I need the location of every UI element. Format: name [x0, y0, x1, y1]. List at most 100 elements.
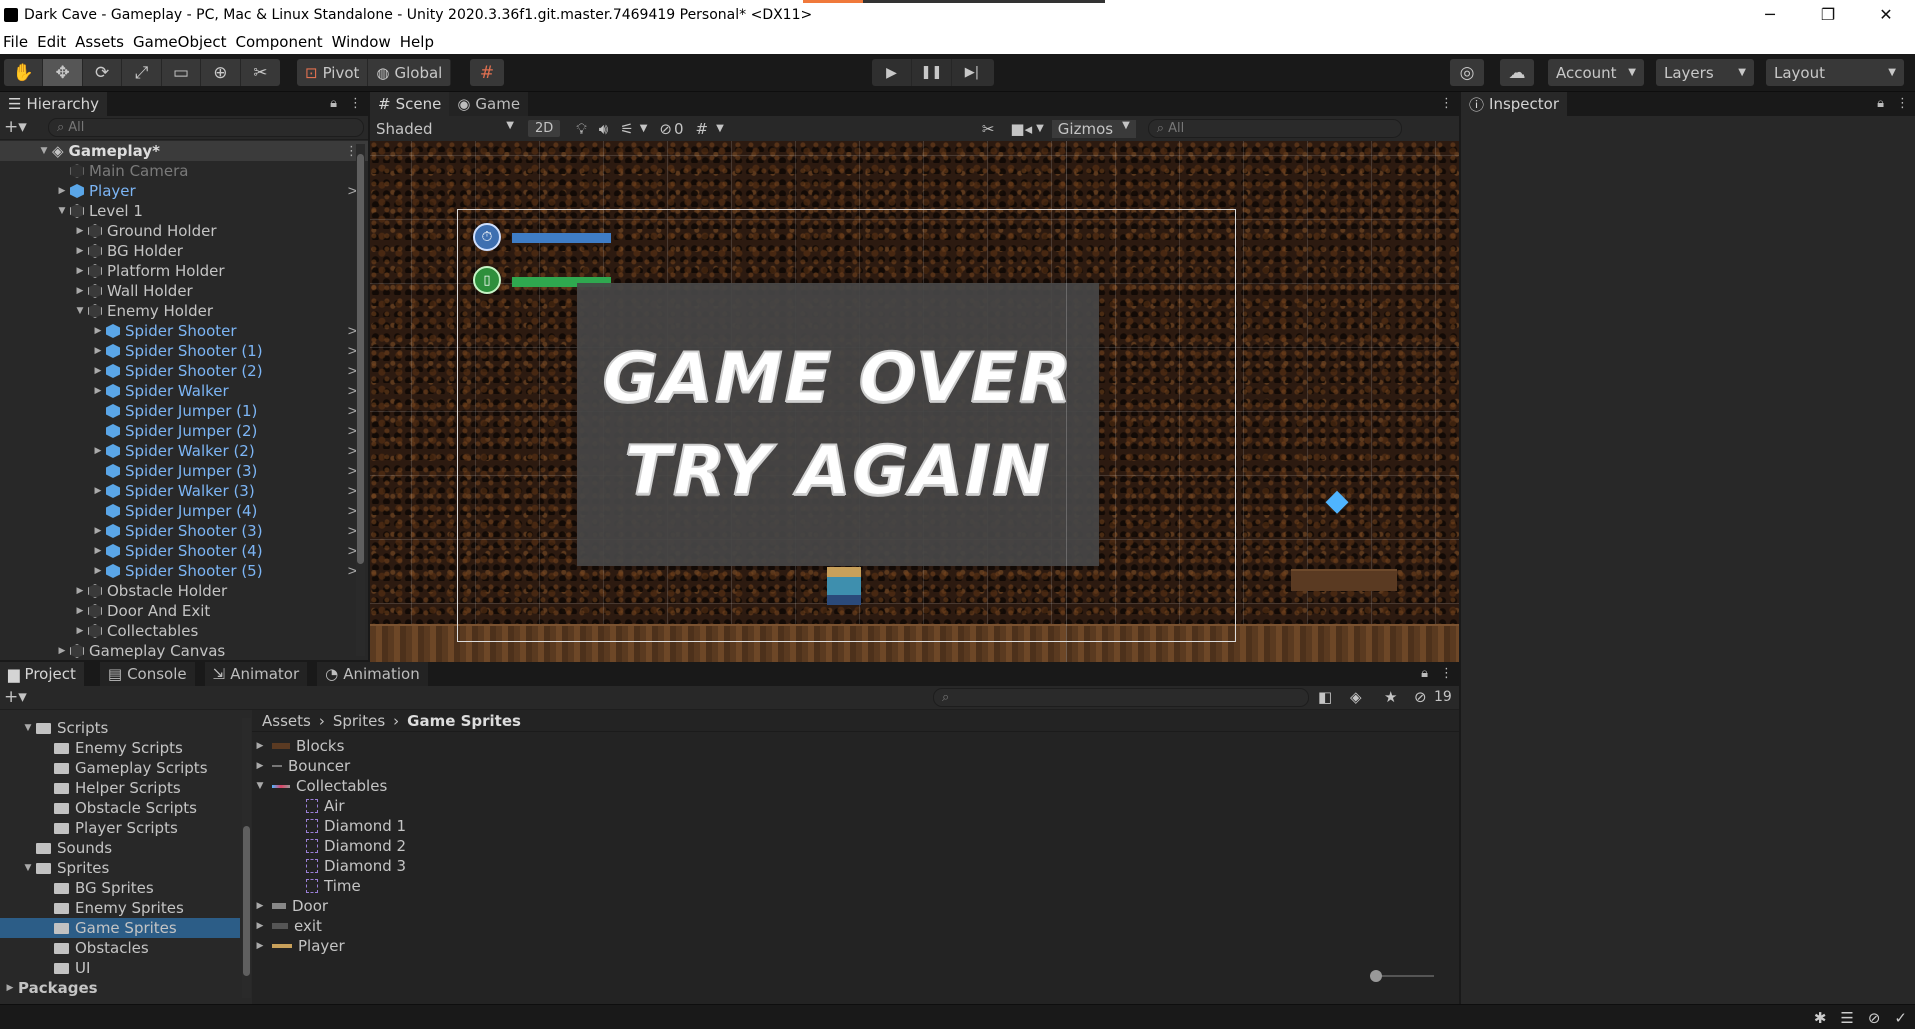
- audio-icon[interactable]: 🔊︎: [599, 120, 608, 138]
- rotate-tool-icon[interactable]: ⟳: [83, 59, 123, 86]
- kebab-menu-icon[interactable]: ⋮: [1440, 96, 1453, 111]
- folder-item[interactable]: ▶ Packages: [0, 978, 240, 998]
- zoom-slider-track[interactable]: [1374, 975, 1434, 977]
- menu-help[interactable]: Help: [397, 33, 440, 51]
- asset-item[interactable]: Diamond 1: [252, 816, 1459, 836]
- hierarchy-item[interactable]: ▶ Spider Shooter (1) >: [0, 341, 368, 361]
- close-button[interactable]: ✕: [1857, 0, 1915, 29]
- debug-icon[interactable]: ✱: [1814, 1009, 1827, 1027]
- breadcrumb-assets[interactable]: Assets: [262, 712, 311, 730]
- filter-label-icon[interactable]: ◈: [1350, 688, 1362, 706]
- folder-item[interactable]: Enemy Sprites: [0, 898, 240, 918]
- camera-icon[interactable]: ■◂: [1010, 120, 1032, 138]
- chevron-right-icon[interactable]: ▶: [74, 286, 86, 296]
- folder-item[interactable]: Enemy Scripts: [0, 738, 240, 758]
- collab-icon[interactable]: ◎: [1450, 59, 1484, 86]
- layout-dropdown[interactable]: Layout ▼: [1766, 59, 1904, 86]
- chevron-right-icon[interactable]: ▶: [254, 761, 266, 771]
- chevron-down-icon[interactable]: ▼: [640, 123, 648, 134]
- chevron-right-icon[interactable]: ▶: [254, 941, 266, 951]
- menu-window[interactable]: Window: [329, 33, 397, 51]
- star-icon[interactable]: ★: [1384, 688, 1397, 706]
- chevron-down-icon[interactable]: ▼: [254, 781, 266, 791]
- grid-toggle-icon[interactable]: #: [696, 120, 709, 138]
- asset-item[interactable]: ▶ Blocks: [252, 736, 1459, 756]
- hierarchy-item[interactable]: ▶ Player >: [0, 181, 368, 201]
- gizmos-dropdown[interactable]: Gizmos ▼: [1051, 119, 1136, 138]
- chevron-down-icon[interactable]: ▼: [38, 146, 50, 156]
- asset-item[interactable]: ▶ Door: [252, 896, 1459, 916]
- hierarchy-item[interactable]: Spider Jumper (3) >: [0, 461, 368, 481]
- hierarchy-item[interactable]: ▶ Platform Holder: [0, 261, 368, 281]
- move-tool-icon[interactable]: ✥: [43, 59, 83, 86]
- chevron-right-icon[interactable]: ▶: [74, 246, 86, 256]
- lightbulb-icon[interactable]: 💡︎: [576, 120, 587, 138]
- bug-icon[interactable]: ⊘: [1868, 1009, 1881, 1027]
- kebab-menu-icon[interactable]: ⋮: [1896, 96, 1909, 111]
- minimize-button[interactable]: ─: [1741, 0, 1799, 29]
- chevron-down-icon[interactable]: ▼: [22, 863, 34, 873]
- tab-project[interactable]: ▆ Project: [0, 662, 84, 686]
- hierarchy-scroll-thumb[interactable]: [357, 154, 364, 564]
- add-object-button[interactable]: +▾: [4, 117, 27, 137]
- pivot-toggle[interactable]: ⊡ Pivot: [297, 59, 369, 86]
- hierarchy-item[interactable]: Main Camera: [0, 161, 368, 181]
- folder-item[interactable]: Obstacle Scripts: [0, 798, 240, 818]
- kebab-menu-icon[interactable]: ⋮: [349, 96, 362, 111]
- rect-tool-icon[interactable]: ▭: [162, 59, 202, 86]
- hierarchy-item[interactable]: Spider Jumper (1) >: [0, 401, 368, 421]
- menu-gameobject[interactable]: GameObject: [130, 33, 233, 51]
- chevron-down-icon[interactable]: ▼: [716, 123, 724, 134]
- hierarchy-item[interactable]: ▶ Obstacle Holder: [0, 581, 368, 601]
- hierarchy-item[interactable]: ▶ BG Holder: [0, 241, 368, 261]
- hierarchy-item[interactable]: ▶ Spider Walker (2) >: [0, 441, 368, 461]
- folder-item[interactable]: Game Sprites: [0, 918, 240, 938]
- chevron-right-icon[interactable]: ▶: [92, 346, 104, 356]
- folder-scrollbar[interactable]: [242, 718, 251, 998]
- hierarchy-item[interactable]: ▶ Spider Shooter (3) >: [0, 521, 368, 541]
- layers-dropdown[interactable]: Layers ▼: [1656, 59, 1754, 86]
- chevron-right-icon[interactable]: ▶: [92, 386, 104, 396]
- chevron-right-icon[interactable]: ▶: [92, 566, 104, 576]
- folder-item[interactable]: BG Sprites: [0, 878, 240, 898]
- folder-item[interactable]: Obstacles: [0, 938, 240, 958]
- asset-item[interactable]: ▶ Player: [252, 936, 1459, 956]
- check-icon[interactable]: ✓: [1894, 1009, 1907, 1027]
- shading-dropdown[interactable]: Shaded ▼: [370, 120, 520, 138]
- breadcrumb-sprites[interactable]: Sprites: [333, 712, 385, 730]
- tab-scene[interactable]: # Scene: [370, 92, 450, 116]
- menu-component[interactable]: Component: [233, 33, 329, 51]
- asset-item[interactable]: Time: [252, 876, 1459, 896]
- folder-item[interactable]: Player Scripts: [0, 818, 240, 838]
- maximize-button[interactable]: ❐: [1799, 0, 1857, 29]
- menu-edit[interactable]: Edit: [34, 33, 72, 51]
- folder-item[interactable]: Sounds: [0, 838, 240, 858]
- folder-item[interactable]: Helper Scripts: [0, 778, 240, 798]
- asset-item[interactable]: ▶ exit: [252, 916, 1459, 936]
- asset-item[interactable]: ▶ Bouncer: [252, 756, 1459, 776]
- hierarchy-item[interactable]: ▶ Spider Walker (3) >: [0, 481, 368, 501]
- hierarchy-item[interactable]: ▶ Spider Shooter (2) >: [0, 361, 368, 381]
- kebab-menu-icon[interactable]: ⋮: [1440, 666, 1453, 681]
- hierarchy-item[interactable]: ▶ Wall Holder: [0, 281, 368, 301]
- global-toggle[interactable]: ◍ Global: [368, 59, 452, 86]
- tab-game[interactable]: ◉ Game: [449, 92, 529, 116]
- folder-item[interactable]: Gameplay Scripts: [0, 758, 240, 778]
- folder-item[interactable]: ▼ Sprites: [0, 858, 240, 878]
- folder-scroll-thumb[interactable]: [243, 826, 250, 976]
- tab-hierarchy[interactable]: ☰ Hierarchy: [0, 92, 107, 116]
- toggle-2d-button[interactable]: 2D: [528, 120, 561, 137]
- tools-icon[interactable]: ✂: [982, 120, 995, 138]
- hierarchy-item[interactable]: Spider Jumper (4) >: [0, 501, 368, 521]
- hierarchy-item[interactable]: ▶ Door And Exit: [0, 601, 368, 621]
- filter-type-icon[interactable]: ◧: [1318, 688, 1332, 706]
- chevron-right-icon[interactable]: ▶: [74, 586, 86, 596]
- lock-icon[interactable]: 🔒︎: [1877, 96, 1884, 111]
- hierarchy-item[interactable]: ▼ Level 1: [0, 201, 368, 221]
- visibility-icon[interactable]: ⊘: [659, 120, 672, 138]
- create-asset-button[interactable]: +▾: [4, 687, 27, 707]
- chevron-right-icon[interactable]: ▶: [92, 486, 104, 496]
- hierarchy-item[interactable]: ▶ Spider Shooter (4) >: [0, 541, 368, 561]
- lock-icon[interactable]: 🔒︎: [330, 96, 337, 111]
- menu-assets[interactable]: Assets: [72, 33, 130, 51]
